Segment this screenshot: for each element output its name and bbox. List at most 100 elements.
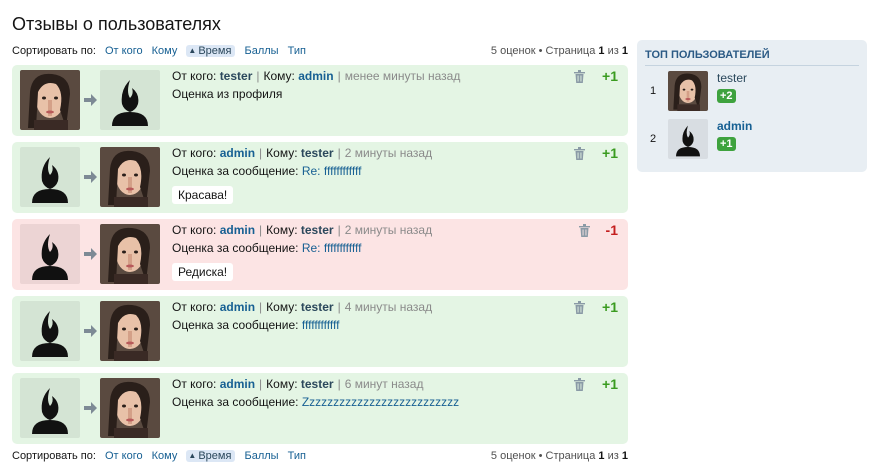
post-link[interactable]: ffffffffffff (302, 318, 340, 332)
to-user-link[interactable]: admin (298, 69, 333, 83)
rating-meta: От кого: admin | Кому: tester | 2 минуты наз… (172, 223, 433, 237)
top-user-name[interactable]: admin (717, 119, 752, 133)
arrow-right-icon (84, 94, 97, 106)
to-user-link[interactable]: tester (301, 146, 334, 160)
from-label: От кого: (172, 69, 217, 83)
sort-by-from-link[interactable]: От кого (105, 450, 143, 462)
context-label: Оценка за сообщение: (172, 164, 302, 178)
from-user-link[interactable]: tester (220, 69, 253, 83)
arrow-right-icon (84, 248, 97, 260)
top-user-avatar[interactable] (668, 119, 708, 159)
rating-context: Оценка за сообщение: Re: ffffffffffff (172, 164, 361, 178)
from-label: От кого: (172, 223, 217, 237)
default-avatar-icon (100, 70, 160, 130)
from-user-link[interactable]: admin (220, 377, 255, 391)
to-user-link[interactable]: tester (301, 377, 334, 391)
ratings-count: 5 оценок (490, 45, 536, 57)
page-info: 5 оценок • Страница 1 из 1 (491, 43, 628, 59)
user-photo-icon (100, 301, 160, 361)
rating-meta: От кого: admin | Кому: tester | 6 минут наза… (172, 377, 424, 391)
to-label: Кому: (266, 223, 298, 237)
avatar-to-tester[interactable] (100, 147, 160, 207)
rating-time: 2 минуты назад (344, 223, 433, 237)
sort-bar-top: Сортировать по: От кого Кому ▲ Время Балл… (12, 43, 628, 59)
page-word: Страница (545, 45, 596, 57)
rating-time: 4 минуты назад (344, 300, 433, 314)
page-total: 1 (621, 450, 628, 462)
sort-ascending-icon: ▲ (188, 46, 197, 55)
sort-by-from-link[interactable]: От кого (105, 45, 143, 57)
sort-by-to-link[interactable]: Кому (152, 45, 178, 57)
sidebar-title: ТОП ПОЛЬЗОВАТЕЛЕЙ (645, 49, 859, 66)
avatar-to-tester[interactable] (100, 224, 160, 284)
page-current: 1 (598, 450, 605, 462)
from-user-link[interactable]: admin (220, 300, 255, 314)
avatar-from-admin[interactable] (20, 224, 80, 284)
top-users-sidebar: ТОП ПОЛЬЗОВАТЕЛЕЙ 1 tester +2 2 admin +1 (637, 40, 867, 172)
page-of: из (607, 450, 619, 462)
rating-score: +1 (602, 145, 618, 161)
avatar-to-tester[interactable] (100, 378, 160, 438)
default-avatar-icon (20, 378, 80, 438)
trash-icon[interactable] (574, 147, 585, 160)
post-link[interactable]: Re: ffffffffffff (302, 241, 362, 255)
rating-context: Оценка из профиля (172, 87, 283, 101)
sort-by-time-link[interactable]: ▲ Время (186, 45, 236, 57)
page-title: Отзывы о пользователях (12, 14, 221, 34)
user-photo-icon (100, 224, 160, 284)
rating-score: -1 (605, 222, 618, 238)
to-user-link[interactable]: tester (301, 300, 334, 314)
ratings-count: 5 оценок (490, 450, 536, 462)
avatar-to-tester[interactable] (100, 301, 160, 361)
page-word: Страница (545, 450, 596, 462)
arrow-right-icon (84, 171, 97, 183)
sort-by-time-link[interactable]: ▲ Время (186, 450, 236, 462)
default-avatar-icon (20, 301, 80, 361)
sort-by-type-link[interactable]: Тип (288, 450, 306, 462)
top-user-name[interactable]: tester (717, 71, 747, 85)
rating-score: +1 (602, 376, 618, 392)
top-user-rank: 2 (650, 133, 657, 145)
avatar-to-admin[interactable] (100, 70, 160, 130)
top-user-avatar[interactable] (668, 71, 708, 111)
post-link[interactable]: Re: ffffffffffff (302, 164, 362, 178)
post-link[interactable]: Zzzzzzzzzzzzzzzzzzzzzzzzzz (302, 395, 459, 409)
rating-item: От кого: admin | Кому: tester | 2 минуты наз… (12, 142, 628, 213)
from-label: От кого: (172, 300, 217, 314)
sort-by-time-label: Время (198, 450, 232, 462)
rating-meta: От кого: tester | Кому: admin | менее минуты… (172, 69, 461, 83)
rating-time: 6 минут назад (344, 377, 424, 391)
avatar-from-admin[interactable] (20, 378, 80, 438)
page-of: из (607, 45, 619, 57)
sort-by-points-link[interactable]: Баллы (245, 45, 279, 57)
top-user-rank: 1 (650, 85, 657, 97)
page-current: 1 (598, 45, 605, 57)
context-label: Оценка за сообщение: (172, 318, 302, 332)
sort-by-time-label: Время (198, 45, 232, 57)
user-photo-icon (668, 71, 708, 111)
avatar-from-admin[interactable] (20, 301, 80, 361)
from-user-link[interactable]: admin (220, 223, 255, 237)
avatar-from-admin[interactable] (20, 147, 80, 207)
user-photo-icon (20, 70, 80, 130)
rating-time: 2 минуты назад (344, 146, 433, 160)
user-photo-icon (100, 147, 160, 207)
trash-icon[interactable] (574, 378, 585, 391)
to-user-link[interactable]: tester (301, 223, 334, 237)
from-user-link[interactable]: admin (220, 146, 255, 160)
sort-by-points-link[interactable]: Баллы (245, 450, 279, 462)
rating-meta: От кого: admin | Кому: tester | 4 минуты наз… (172, 300, 433, 314)
trash-icon[interactable] (574, 70, 585, 83)
rating-item: От кого: admin | Кому: tester | 2 минуты наз… (12, 219, 628, 290)
bullet: • (538, 450, 543, 462)
trash-icon[interactable] (579, 224, 590, 237)
trash-icon[interactable] (574, 301, 585, 314)
sort-label: Сортировать по: (12, 45, 96, 57)
sort-by-type-link[interactable]: Тип (288, 45, 306, 57)
rating-item: От кого: tester | Кому: admin | менее минуты… (12, 65, 628, 136)
avatar-from-tester[interactable] (20, 70, 80, 130)
default-avatar-icon (668, 119, 708, 159)
top-user-score-badge: +2 (717, 89, 736, 103)
sort-by-to-link[interactable]: Кому (152, 450, 178, 462)
rating-meta: От кого: admin | Кому: tester | 2 минуты наз… (172, 146, 433, 160)
